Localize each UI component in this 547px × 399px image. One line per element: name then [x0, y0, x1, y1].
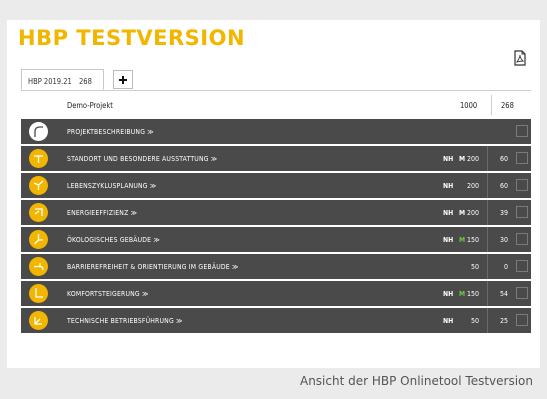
section-row[interactable]: ÖKOLOGISCHES GEBÄUDE ≫ NH M 150 30: [21, 227, 531, 252]
add-tab-button[interactable]: [113, 70, 133, 89]
flag-nh: NH: [443, 236, 454, 244]
flag-m: M: [459, 209, 466, 217]
section-icon: [29, 203, 48, 222]
points-divider: [487, 173, 488, 198]
section-icon: [29, 176, 48, 195]
lifecycle-icon: [33, 180, 44, 190]
points-divider: [487, 308, 488, 333]
section-label: KOMFORTSTEIGERUNG ≫: [67, 290, 149, 298]
max-points: 200: [466, 155, 479, 163]
points-divider: [487, 254, 488, 279]
section-checkbox[interactable]: [516, 314, 528, 326]
section-label: TECHNISCHE BETRIEBSFÜHRUNG ≫: [67, 317, 183, 325]
achieved-points: 60: [499, 182, 508, 190]
image-caption: Ansicht der HBP Onlinetool Testversion: [299, 374, 533, 388]
max-points: 150: [466, 236, 479, 244]
flag-nh: NH: [443, 209, 454, 217]
section-icon: [29, 230, 48, 249]
section-row[interactable]: PROJEKTBESCHREIBUNG ≫: [21, 119, 531, 144]
section-icon: [29, 149, 48, 168]
tab-count-label: 268: [79, 77, 92, 86]
section-row[interactable]: LEBENSZYKLUSPLANUNG ≫ NH 200 60: [21, 173, 531, 198]
flag-nh: NH: [443, 182, 454, 190]
flag-nh: NH: [443, 155, 454, 163]
max-points: 200: [466, 209, 479, 217]
tab-bar: HBP 2019.21 268: [21, 69, 531, 91]
max-points: 50: [470, 317, 479, 325]
main-panel: HBP TESTVERSION HBP 2019.21 268 Demo-Pro…: [7, 20, 540, 368]
flag-nh: NH: [443, 317, 454, 325]
flag-m: M: [459, 236, 466, 244]
flag-m: M: [459, 155, 466, 163]
comfort-icon: [35, 288, 43, 298]
section-label: BARRIEREFREIHEIT & ORIENTIERUNG IM GEBÄU…: [67, 263, 239, 271]
section-list: PROJEKTBESCHREIBUNG ≫ STANDORT UND BESON…: [21, 119, 531, 335]
flag-m: M: [459, 290, 466, 298]
section-label: ENERGIEEFFIZIENZ ≫: [67, 209, 138, 217]
section-checkbox[interactable]: [516, 260, 528, 272]
section-row[interactable]: TECHNISCHE BETRIEBSFÜHRUNG ≫ NH 50 25: [21, 308, 531, 333]
achieved-points: 39: [499, 209, 508, 217]
pdf-export-icon[interactable]: [513, 50, 527, 66]
section-row[interactable]: KOMFORTSTEIGERUNG ≫ NH M 150 54: [21, 281, 531, 306]
corner-arc-icon: [34, 126, 43, 137]
section-checkbox[interactable]: [516, 152, 528, 164]
accessibility-icon: [34, 263, 44, 271]
points-divider: [487, 146, 488, 171]
section-icon: [29, 284, 48, 303]
section-row[interactable]: BARRIEREFREIHEIT & ORIENTIERUNG IM GEBÄU…: [21, 254, 531, 279]
section-checkbox[interactable]: [516, 179, 528, 191]
tab-version-label: HBP 2019.21: [28, 77, 72, 86]
ecology-icon: [34, 234, 43, 245]
points-divider: [487, 227, 488, 252]
project-row: Demo-Projekt 1000 268: [7, 91, 540, 118]
section-row[interactable]: ENERGIEEFFIZIENZ ≫ NH M 200 39: [21, 200, 531, 225]
energy-icon: [34, 208, 43, 216]
flag-nh: NH: [443, 290, 454, 298]
max-points: 200: [466, 182, 479, 190]
app-title: HBP TESTVERSION: [18, 26, 246, 50]
achieved-points: 60: [499, 155, 508, 163]
max-points: 50: [470, 263, 479, 271]
section-label: LEBENSZYKLUSPLANUNG ≫: [67, 182, 157, 190]
points-divider: [487, 200, 488, 225]
section-row[interactable]: STANDORT UND BESONDERE AUSSTATTUNG ≫ NH …: [21, 146, 531, 171]
section-checkbox[interactable]: [516, 233, 528, 245]
achieved-points: 0: [503, 263, 508, 271]
tab-hbp-version[interactable]: HBP 2019.21 268: [21, 69, 104, 90]
location-icon: [34, 155, 43, 163]
achieved-points: 25: [499, 317, 508, 325]
section-checkbox[interactable]: [516, 125, 528, 137]
operations-icon: [34, 317, 42, 325]
section-icon: [29, 257, 48, 276]
section-label: STANDORT UND BESONDERE AUSSTATTUNG ≫: [67, 155, 218, 163]
section-icon: [29, 311, 48, 330]
project-total: 1000: [460, 101, 478, 110]
project-score: 268: [501, 101, 514, 110]
section-checkbox[interactable]: [516, 206, 528, 218]
achieved-points: 54: [499, 290, 508, 298]
points-divider: [487, 281, 488, 306]
section-label: PROJEKTBESCHREIBUNG ≫: [67, 128, 154, 136]
section-label: ÖKOLOGISCHES GEBÄUDE ≫: [67, 236, 160, 244]
section-checkbox[interactable]: [516, 287, 528, 299]
achieved-points: 30: [499, 236, 508, 244]
project-divider: [491, 95, 492, 115]
section-icon: [29, 122, 48, 141]
project-name: Demo-Projekt: [67, 101, 113, 110]
max-points: 150: [466, 290, 479, 298]
